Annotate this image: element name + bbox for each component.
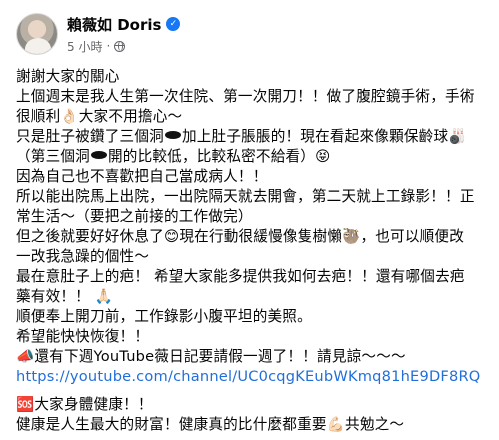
post-line-part: （第三個洞 xyxy=(16,148,90,165)
hole-icon xyxy=(164,131,181,139)
post-line: 健康是人生最大的財富！健康真的比什麼都重要💪🏻共勉之～ xyxy=(16,416,405,433)
post-line: 藥有效！！ 🙏🏻 xyxy=(16,288,114,305)
post-line: 因為自己也不喜歡把自己當成病人！！ xyxy=(16,168,268,185)
post-meta: 賴薇如 Doris ✓ 5 小時 · xyxy=(67,14,181,55)
separator-dot: · xyxy=(106,39,111,53)
verified-badge-icon: ✓ xyxy=(166,17,181,31)
post-line: 希望能快快恢復！！ xyxy=(16,328,150,345)
globe-icon[interactable] xyxy=(114,40,126,52)
post-line-part: 加上肚子脹脹的！現在看起來像顆保齡球🎳 xyxy=(181,128,467,145)
post-timestamp[interactable]: 5 小時 xyxy=(67,38,102,55)
post-line: 一改我急躁的個性～ xyxy=(16,248,150,265)
post-header: 賴薇如 Doris ✓ 5 小時 · xyxy=(16,10,487,58)
post-line: 只是肚子被鑽了三個洞 加上肚子脹脹的！現在看起來像顆保齡球🎳 xyxy=(16,127,487,147)
post-line: 順便奉上開刀前，工作錄影小腹平坦的美照。 xyxy=(16,308,312,325)
post-line: 所以能出院馬上出院，一出院隔天就去開會，第二天就上工錄影！！正 xyxy=(16,188,475,205)
post-line-part: 開的比較低，比較私密不給看）😝 xyxy=(107,148,331,165)
post-line: 最在意肚子上的疤！ 希望大家能多提供我如何去疤！！還有哪個去疤 xyxy=(16,268,465,285)
post-line: 🆘大家身體健康！！ xyxy=(16,396,153,413)
post-line: 謝謝大家的關心 xyxy=(16,68,120,85)
author-avatar[interactable] xyxy=(16,13,58,55)
post-line: 很順利👌🏻大家不用擔心～ xyxy=(16,108,183,125)
post-line: https://youtube.com/channel/UC0cqgKEubWK… xyxy=(16,367,487,387)
post-line-part: 只是肚子被鑽了三個洞 xyxy=(16,128,164,145)
hole-icon xyxy=(90,151,107,159)
post-line: 但之後就要好好休息了😊現在行動很緩慢像隻樹懶🦥，也可以順便改 xyxy=(16,228,465,245)
post-body: 謝謝大家的關心 上個週末是我人生第一次住院、第一次開刀！！做了腹腔鏡手術，手術 … xyxy=(16,67,487,435)
post-line: 上個週末是我人生第一次住院、第一次開刀！！做了腹腔鏡手術，手術 xyxy=(16,88,475,105)
author-row: 賴薇如 Doris ✓ xyxy=(67,14,181,35)
post-subinfo: 5 小時 · xyxy=(67,38,180,55)
post-line: （第三個洞 開的比較低，比較私密不給看）😝 xyxy=(16,147,487,167)
post-line: 📣還有下週YouTube薇日記要請假一週了！！請見諒～～～ xyxy=(16,348,406,365)
facebook-post: 賴薇如 Doris ✓ 5 小時 · 謝謝大家的關心 上個週末是我人生第一次住院… xyxy=(0,0,499,440)
youtube-channel-link[interactable]: https://youtube.com/channel/UC0cqgKEubWK… xyxy=(16,368,481,385)
author-name[interactable]: 賴薇如 Doris xyxy=(67,14,161,35)
post-line: 常生活～（要把之前接的工作做完） xyxy=(16,208,253,225)
